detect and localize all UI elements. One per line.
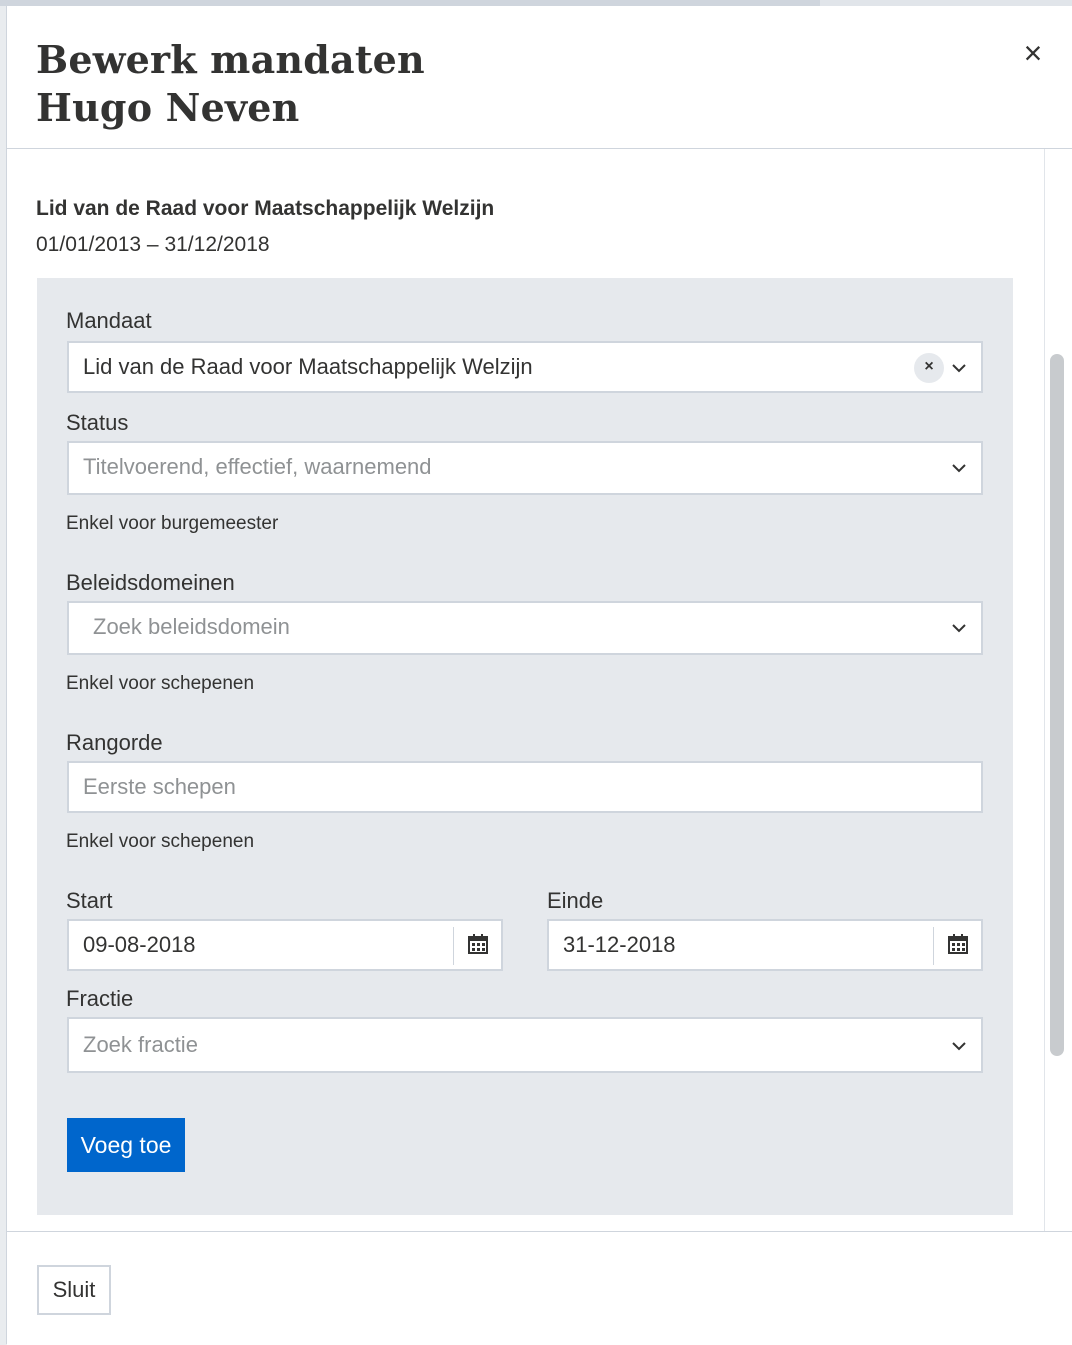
add-button[interactable]: Voeg toe bbox=[67, 1118, 185, 1172]
modal-footer: Sluit bbox=[7, 1231, 1072, 1345]
scrollbar-track bbox=[1044, 149, 1045, 1231]
clear-selection-icon[interactable]: × bbox=[914, 353, 944, 383]
modal-title-line2: Hugo Neven bbox=[36, 85, 300, 130]
mandaat-select[interactable]: Lid van de Raad voor Maatschappelijk Wel… bbox=[67, 341, 983, 393]
close-button[interactable]: Sluit bbox=[37, 1265, 111, 1315]
beleidsdomeinen-placeholder: Zoek beleidsdomein bbox=[93, 614, 290, 639]
start-date-value: 09-08-2018 bbox=[83, 932, 196, 957]
rangorde-input[interactable]: Eerste schepen bbox=[67, 761, 983, 813]
status-label: Status bbox=[66, 410, 129, 435]
chevron-down-icon bbox=[952, 624, 966, 633]
status-placeholder: Titelvoerend, effectief, waarnemend bbox=[83, 454, 432, 479]
fractie-label: Fractie bbox=[66, 986, 134, 1011]
end-date-input[interactable]: 31-12-2018 bbox=[547, 919, 983, 971]
chevron-down-icon bbox=[952, 364, 966, 373]
mandaat-value: Lid van de Raad voor Maatschappelijk Wel… bbox=[83, 354, 533, 379]
mandate-period: 01/01/2013 – 31/12/2018 bbox=[36, 233, 270, 256]
beleidsdomeinen-hint: Enkel voor schepenen bbox=[66, 673, 255, 694]
status-select[interactable]: Titelvoerend, effectief, waarnemend bbox=[67, 441, 983, 495]
end-date-value: 31-12-2018 bbox=[563, 932, 676, 957]
status-hint: Enkel voor burgemeester bbox=[66, 513, 279, 534]
beleidsdomeinen-select[interactable]: Zoek beleidsdomein bbox=[67, 601, 983, 655]
scrollbar[interactable] bbox=[1050, 354, 1064, 1056]
modal-header: Bewerk mandaten Hugo Neven × bbox=[7, 6, 1072, 149]
modal-body: Lid van de Raad voor Maatschappelijk Wel… bbox=[7, 149, 1072, 1231]
start-date-input[interactable]: 09-08-2018 bbox=[67, 919, 503, 971]
einde-label: Einde bbox=[547, 888, 604, 913]
start-label: Start bbox=[66, 888, 113, 913]
mandaat-label: Mandaat bbox=[66, 308, 152, 333]
modal-title: Bewerk mandaten Hugo Neven bbox=[36, 36, 425, 132]
mandate-form: Mandaat Lid van de Raad voor Maatschappe… bbox=[37, 278, 1013, 1215]
divider bbox=[453, 927, 454, 965]
divider bbox=[933, 927, 934, 965]
rangorde-label: Rangorde bbox=[66, 730, 163, 755]
fractie-placeholder: Zoek fractie bbox=[83, 1032, 198, 1057]
edit-mandates-modal: Bewerk mandaten Hugo Neven × Lid van de … bbox=[6, 6, 1072, 1345]
calendar-icon[interactable] bbox=[947, 933, 969, 955]
chevron-down-icon bbox=[952, 464, 966, 473]
close-icon[interactable]: × bbox=[1017, 37, 1049, 70]
calendar-icon[interactable] bbox=[467, 933, 489, 955]
rangorde-placeholder: Eerste schepen bbox=[83, 774, 236, 799]
rangorde-hint: Enkel voor schepenen bbox=[66, 831, 255, 852]
fractie-select[interactable]: Zoek fractie bbox=[67, 1017, 983, 1073]
beleidsdomeinen-label: Beleidsdomeinen bbox=[66, 570, 235, 595]
chevron-down-icon bbox=[952, 1042, 966, 1051]
mandate-name: Lid van de Raad voor Maatschappelijk Wel… bbox=[36, 197, 495, 220]
modal-title-line1: Bewerk mandaten bbox=[36, 37, 425, 82]
